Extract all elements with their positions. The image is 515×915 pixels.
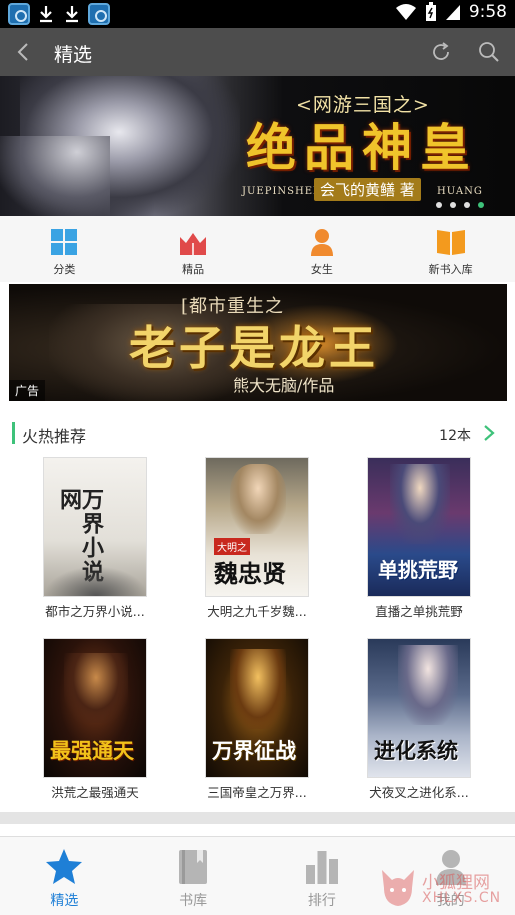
banner-title: 绝品神皇 [246,118,478,177]
book-title: 三国帝皇之万界... [207,785,307,800]
book-cover-text: 最强通天 [50,738,134,763]
banner-author: 会飞的黄鳝 著 [314,178,421,201]
ad-badge: 广告 [9,380,46,401]
page-title: 精选 [54,44,93,66]
tab-bookshelf[interactable]: 书库 [129,837,258,915]
download-icon [36,3,56,25]
book-cover: 最强通天 [43,638,147,778]
banner-pinyin: JUEPINSHEN [242,186,323,197]
category-label: 女生 [310,263,333,276]
ad-author: 熊大无脑/作品 [233,376,335,395]
bookshelf-icon [179,850,208,884]
section-count[interactable]: 12本 [439,425,471,445]
star-icon [46,849,83,884]
ad-title: 老子是龙王 [129,321,379,375]
app-notification-icon [88,3,110,25]
carousel-dot[interactable] [436,202,442,208]
book-cover: 大明之 魏忠贤 [205,457,309,597]
section-header: 火热推荐 12本 [0,415,515,451]
category-label: 分类 [53,263,76,276]
category-female[interactable]: 女生 [272,216,372,282]
banner-pinyin: HUANG [437,186,483,197]
tab-label: 书库 [179,893,208,909]
status-bar: 9:58 [0,0,515,28]
signal-icon [445,5,460,20]
category-classify[interactable]: 分类 [14,216,114,282]
category-premium[interactable]: 精品 [143,216,243,282]
section-divider [0,812,515,824]
tab-ranking[interactable]: 排行 [258,837,387,915]
back-icon[interactable] [10,38,38,66]
app-notification-icon [8,3,30,25]
ad-banner[interactable]: [都市重生之 老子是龙王 熊大无脑/作品 广告 [9,284,507,401]
book-cover: 万界征战 [205,638,309,778]
book-title: 犬夜叉之进化系... [369,785,469,800]
carousel-dot-active[interactable] [478,202,484,208]
section-title: 火热推荐 [22,427,87,446]
book-cover: 进化系统 [367,638,471,778]
search-icon[interactable] [477,40,501,64]
carousel-dot[interactable] [464,202,470,208]
category-new-books[interactable]: 新书入库 [401,216,501,282]
watermark-url: XHLXS.CN [422,890,502,906]
watermark: 小狐狸网 XHLXS.CN [374,862,514,912]
book-title: 大明之九千岁魏... [207,604,307,619]
category-label: 精品 [182,263,205,276]
book-cover: 万界小说网 [43,457,147,597]
section-accent-bar [12,422,15,444]
refresh-icon[interactable] [429,40,453,64]
banner-illustration [0,136,110,216]
crown-book-icon [180,233,207,255]
tab-label: 排行 [307,893,336,909]
grid-icon [51,229,78,255]
book-cover-text: 万界征战 [212,738,296,763]
book-title: 直播之单挑荒野 [375,604,463,619]
tab-featured[interactable]: 精选 [0,837,129,915]
app-bar: 精选 [0,28,515,76]
carousel-dot[interactable] [450,202,456,208]
book-cover-text: 单挑荒野 [378,558,458,582]
female-icon [310,229,333,256]
book-cover-text: 魏忠贤 [214,559,286,588]
carousel-indicator [436,202,484,208]
ranking-icon [305,851,338,884]
banner-carousel[interactable]: <网游三国之> 绝品神皇 JUEPINSHEN 会飞的黄鳝 著 HUANG [0,76,515,216]
category-label: 新书入库 [428,263,473,276]
battery-icon [425,2,436,21]
category-shortcuts: 分类 精品 女生 新书入库 [0,216,515,282]
download-icon [62,3,82,25]
book-cover: 单挑荒野 [367,457,471,597]
open-book-icon [436,230,465,255]
tab-label: 精选 [50,893,79,909]
chevron-right-icon[interactable] [481,423,497,443]
wifi-icon [395,4,416,20]
book-title: 洪荒之最强通天 [51,785,139,800]
clock: 9:58 [468,2,507,22]
fox-logo-icon [382,870,414,906]
book-cover-text: 进化系统 [374,738,458,763]
book-title: 都市之万界小说... [45,604,145,619]
